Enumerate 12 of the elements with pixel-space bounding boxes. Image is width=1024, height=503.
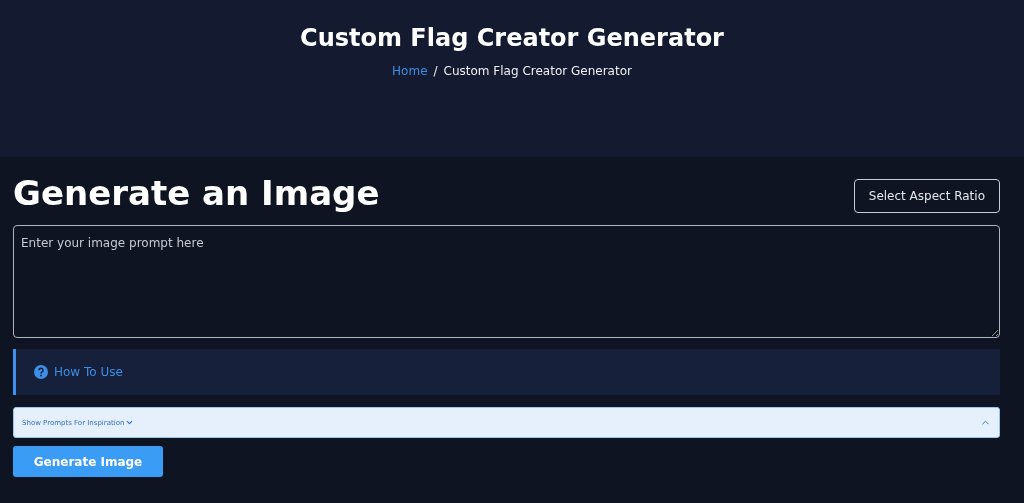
section-heading: Generate an Image (13, 173, 380, 213)
chevron-down-icon (125, 418, 135, 427)
page-title: Custom Flag Creator Generator (300, 24, 724, 52)
help-icon (34, 365, 48, 379)
prompt-field[interactable]: Enter your image prompt here (13, 225, 1000, 338)
breadcrumb-link[interactable]: Home (392, 64, 428, 78)
breadcrumb-current: Custom Flag Creator Generator (443, 64, 632, 78)
how-to-use-panel[interactable]: How To Use (13, 349, 1000, 395)
generate-button[interactable]: Generate Image (13, 446, 163, 477)
aspect-ratio-button[interactable]: Select Aspect Ratio (853, 178, 1000, 213)
breadcrumb-separator: / (433, 64, 438, 78)
how-to-use-label: How To Use (54, 365, 123, 379)
